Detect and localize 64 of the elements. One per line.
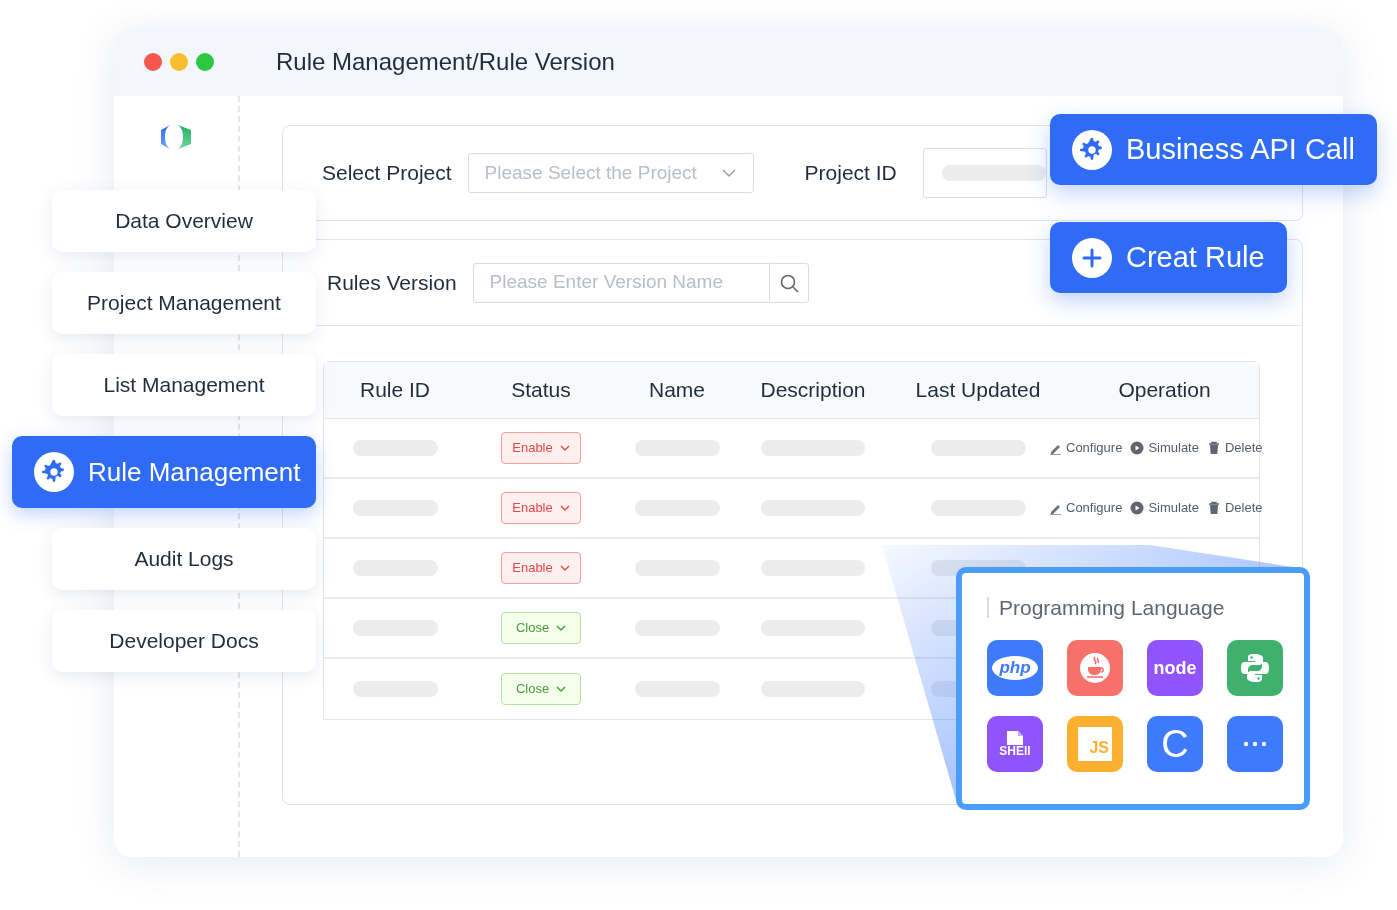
window-control[interactable] xyxy=(144,53,162,71)
status-dropdown[interactable]: Enable xyxy=(501,552,581,584)
project-id-field[interactable] xyxy=(922,148,1047,198)
play-icon xyxy=(1130,501,1145,515)
chevron-down-icon xyxy=(556,625,567,631)
action-link[interactable]: Delete xyxy=(1206,438,1263,458)
column-header: Description xyxy=(759,377,867,404)
language-button[interactable]: node xyxy=(1147,640,1203,696)
column-header: Last Updated xyxy=(914,377,1042,404)
action-link[interactable]: Delete xyxy=(1206,498,1263,518)
language-button[interactable]: C xyxy=(1147,716,1203,772)
column-header: Rule ID xyxy=(359,377,431,404)
trash-icon xyxy=(1206,441,1221,455)
action-button[interactable]: Business API Call xyxy=(1050,114,1377,185)
logo-icon xyxy=(159,124,193,150)
action-link[interactable]: Simulate xyxy=(1130,498,1199,518)
action-button[interactable]: Creat Rule xyxy=(1050,222,1287,293)
status-dropdown[interactable]: Enable xyxy=(501,492,581,524)
window-control[interactable] xyxy=(170,53,188,71)
action-link[interactable]: Simulate xyxy=(1130,438,1199,458)
window-title: Rule Management/Rule Version xyxy=(276,47,615,77)
chevron-down-icon xyxy=(559,445,570,451)
language-button[interactable] xyxy=(1227,716,1283,772)
column-header: Name xyxy=(648,377,706,404)
search-button[interactable] xyxy=(768,262,809,303)
chevron-down-icon xyxy=(559,565,570,571)
search-icon xyxy=(778,272,799,293)
status-dropdown[interactable]: Enable xyxy=(501,432,581,464)
coffee-cup-icon xyxy=(1079,652,1111,684)
status-dropdown[interactable]: Close xyxy=(500,612,582,644)
c-logo: C xyxy=(1161,725,1189,763)
gear-icon xyxy=(1079,136,1105,163)
play-icon xyxy=(1130,441,1145,455)
sidebar-item[interactable]: Audit Logs xyxy=(52,528,316,590)
panel-title: Programming Language xyxy=(987,597,1280,618)
js-logo: JS xyxy=(1078,727,1112,761)
chevron-down-icon xyxy=(559,505,570,511)
snake-icon xyxy=(1239,652,1271,684)
shell-logo: SHEll xyxy=(999,731,1031,757)
chevron-down-icon xyxy=(556,686,567,692)
field-label: Select Project xyxy=(322,160,452,187)
sidebar-item[interactable]: List Management xyxy=(52,354,316,416)
node-logo: node xyxy=(1153,656,1197,680)
php-logo: php xyxy=(992,656,1038,680)
language-button[interactable] xyxy=(1067,640,1123,696)
action-link[interactable]: Configure xyxy=(1048,498,1123,518)
sidebar-item[interactable]: Developer Docs xyxy=(52,610,316,672)
window-control[interactable] xyxy=(196,53,214,71)
status-dropdown[interactable]: Close xyxy=(500,673,582,705)
language-button[interactable]: SHEll xyxy=(987,716,1043,772)
column-header: Operation xyxy=(1117,377,1212,404)
column-header: Status xyxy=(510,377,572,404)
trash-icon xyxy=(1206,501,1221,515)
language-button[interactable] xyxy=(1227,640,1283,696)
search-field[interactable]: Please Enter Version Name xyxy=(472,262,769,303)
language-button[interactable]: php xyxy=(987,640,1043,696)
field-label: Rules Version xyxy=(327,269,457,296)
action-link[interactable]: Configure xyxy=(1048,438,1123,458)
sidebar-item[interactable]: Data Overview xyxy=(52,190,316,252)
gear-icon xyxy=(41,459,67,485)
field-label: Project ID xyxy=(804,160,897,187)
sidebar-item[interactable]: Rule Management xyxy=(12,436,316,508)
more-icon xyxy=(1242,741,1268,747)
sidebar-item[interactable]: Project Management xyxy=(52,272,316,334)
